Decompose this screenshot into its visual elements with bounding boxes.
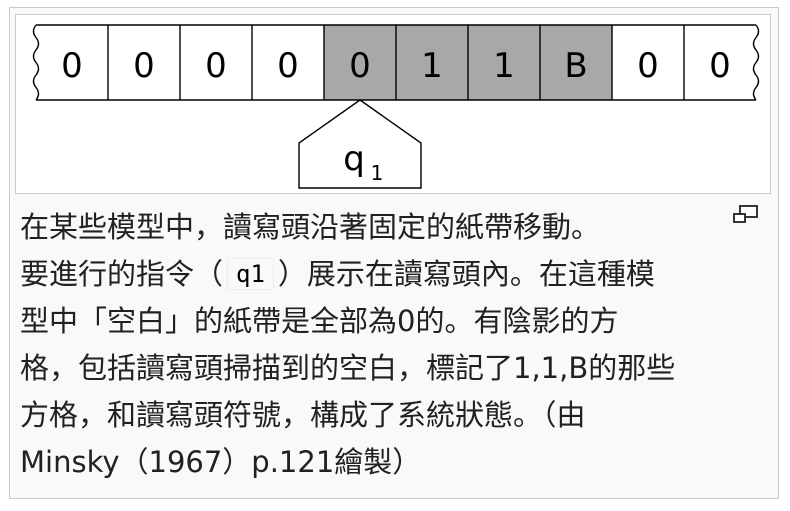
tape-symbol: 0 bbox=[205, 46, 227, 86]
caption-line: 要進行的指令（ q1 ）展示在讀寫頭內。在這種模 bbox=[20, 251, 772, 298]
caption-text: 要進行的指令（ bbox=[20, 257, 224, 291]
tape-symbol: 1 bbox=[421, 46, 443, 86]
caption-text: ）展示在讀寫頭內。在這種模 bbox=[277, 257, 655, 291]
caption-line: 在某些模型中，讀寫頭沿著固定的紙帶移動。 bbox=[20, 210, 601, 244]
tape-symbol: 0 bbox=[61, 46, 83, 86]
figure-caption: 在某些模型中，讀寫頭沿著固定的紙帶移動。 要進行的指令（ q1 ）展示在讀寫頭內。在… bbox=[20, 204, 772, 486]
turing-machine-figure[interactable]: 0000011B00q1 bbox=[15, 14, 771, 194]
caption-line: 方格，和讀寫頭符號，構成了系統狀態。（由 bbox=[20, 398, 586, 432]
tape-symbol: B bbox=[564, 46, 587, 86]
caption-line: Minsky（1967）p.121繪製） bbox=[20, 445, 422, 479]
head-state-label: q bbox=[343, 139, 365, 179]
tape-symbol: 0 bbox=[277, 46, 299, 86]
tape-symbol: 0 bbox=[709, 46, 731, 86]
state-code: q1 bbox=[227, 258, 274, 290]
tape-diagram: 0 0 0 0 0 1 1 B 0 0q 1 bbox=[32, 24, 760, 189]
caption-line: 型中「空白」的紙帶是全部為0的。有陰影的方 bbox=[20, 304, 619, 338]
caption-line: 格，包括讀寫頭掃描到的空白，標記了1,1,B的那些 bbox=[20, 351, 676, 385]
tape-symbol: 0 bbox=[637, 46, 659, 86]
tape-symbol: 1 bbox=[493, 46, 515, 86]
tape-symbol: 0 bbox=[133, 46, 155, 86]
head-state-subscript: 1 bbox=[371, 161, 384, 185]
tape-symbol: 0 bbox=[349, 46, 371, 86]
